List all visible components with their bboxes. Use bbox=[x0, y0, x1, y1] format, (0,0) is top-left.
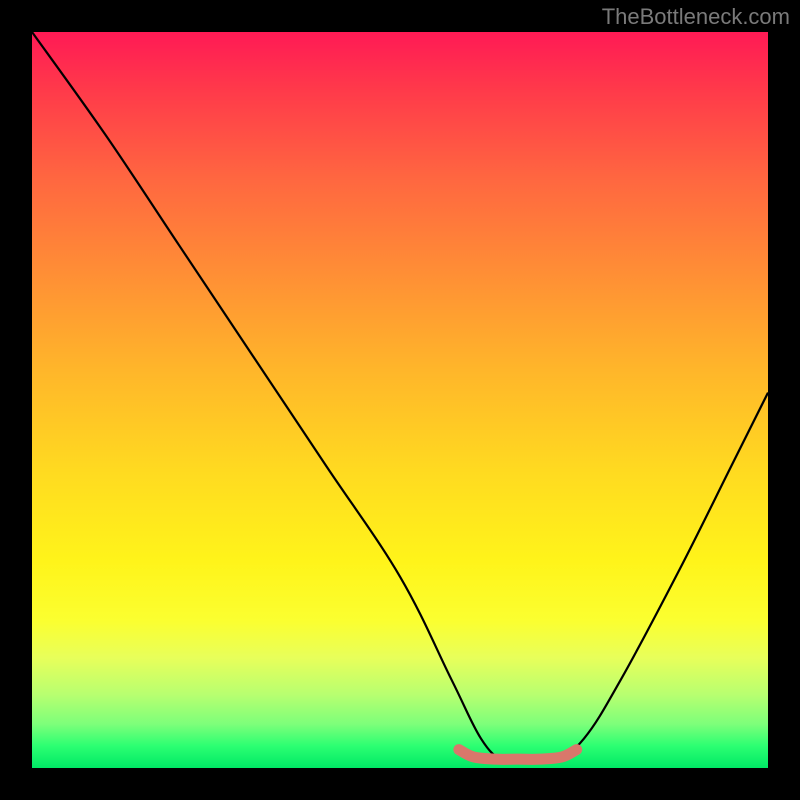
attribution-text: TheBottleneck.com bbox=[602, 4, 790, 30]
optimal-band-path bbox=[459, 750, 577, 760]
bottleneck-curve-path bbox=[32, 32, 768, 762]
chart-plot-area bbox=[32, 32, 768, 768]
chart-svg bbox=[32, 32, 768, 768]
